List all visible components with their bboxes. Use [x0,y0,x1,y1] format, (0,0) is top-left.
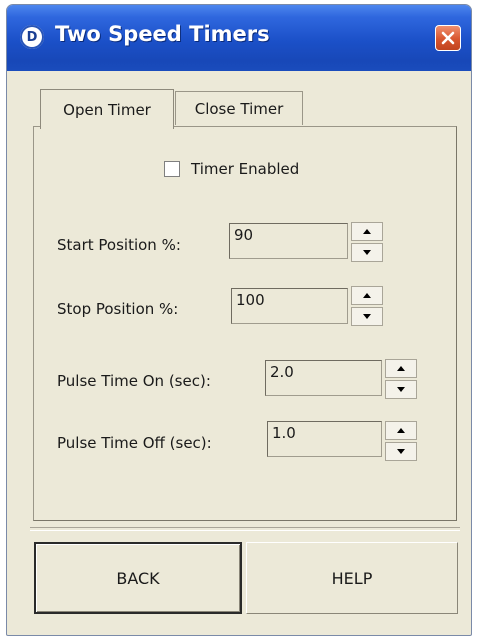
start-position-spinner [351,222,383,262]
start-position-up-button[interactable] [351,222,383,241]
arrow-up-icon [363,293,371,298]
pulse-time-off-up-button[interactable] [385,421,417,440]
pulse-time-on-input[interactable]: 2.0 [265,360,382,396]
pulse-time-off-label: Pulse Time Off (sec): [57,434,212,452]
stop-position-up-button[interactable] [351,286,383,305]
pulse-time-off-down-button[interactable] [385,442,417,461]
tab-open-timer[interactable]: Open Timer [40,89,174,129]
timer-enabled-checkbox[interactable] [164,161,180,177]
arrow-up-icon [397,428,405,433]
help-button[interactable]: HELP [246,542,458,614]
stop-position-input[interactable]: 100 [231,288,348,324]
start-position-down-button[interactable] [351,243,383,262]
arrow-down-icon [363,250,371,255]
tab-close-timer[interactable]: Close Timer [175,91,303,125]
pulse-time-off-spinner [385,421,417,461]
stop-position-label: Stop Position %: [57,300,179,318]
pulse-time-on-label: Pulse Time On (sec): [57,372,211,390]
arrow-down-icon [397,387,405,392]
arrow-up-icon [397,366,405,371]
start-position-label: Start Position %: [57,236,181,254]
arrow-down-icon [397,449,405,454]
arrow-up-icon [363,229,371,234]
stop-position-down-button[interactable] [351,307,383,326]
back-button[interactable]: BACK [34,542,242,614]
timer-enabled-label: Timer Enabled [191,160,300,178]
title-bar[interactable]: D Two Speed Timers [7,5,471,71]
timer-enabled-row[interactable]: Timer Enabled [164,158,299,180]
close-button[interactable] [435,25,461,51]
pulse-time-on-spinner [385,359,417,399]
start-position-input[interactable]: 90 [229,223,348,259]
stop-position-spinner [351,286,383,326]
pulse-time-off-input[interactable]: 1.0 [267,421,382,457]
pulse-time-on-up-button[interactable] [385,359,417,378]
app-icon: D [20,25,44,49]
arrow-down-icon [363,314,371,319]
pulse-time-on-down-button[interactable] [385,380,417,399]
window-title: Two Speed Timers [55,22,270,46]
close-icon [441,31,455,45]
button-separator [30,527,460,531]
